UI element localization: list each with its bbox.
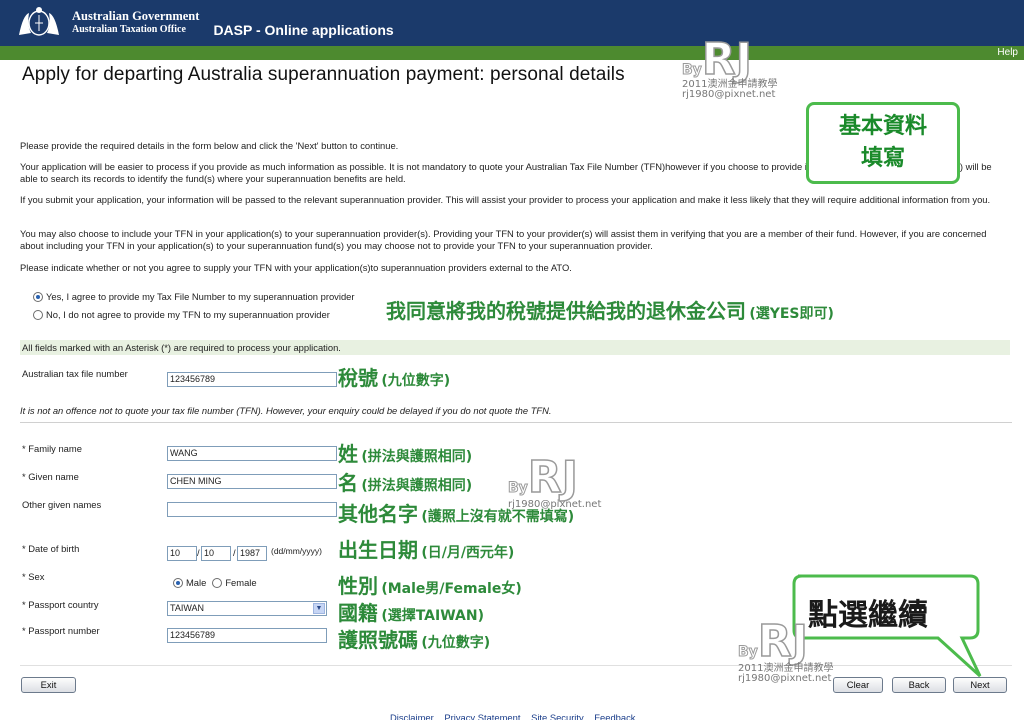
exit-button[interactable]: Exit <box>21 677 76 693</box>
other-names-input[interactable] <box>167 502 337 517</box>
sex-annotation-note: (Male男/Female女) <box>381 581 522 597</box>
tfn-consent-yes-label: Yes, I agree to provide my Tax File Numb… <box>46 291 355 302</box>
crest-icon <box>19 7 59 36</box>
tfn-consent-no-label: No, I do not agree to provide my TFN to … <box>46 309 330 320</box>
watermark-line2: rj1980@pixnet.net <box>682 89 776 100</box>
sex-male-label: Male <box>186 577 207 588</box>
given-name-input[interactable]: CHEN MING <box>167 474 337 489</box>
gov-line1: Australian Government <box>72 9 200 23</box>
passport-country-label: * Passport country <box>22 599 99 610</box>
sex-female-radio[interactable] <box>212 577 223 588</box>
dob-annotation-note: (日/月/西元年) <box>421 545 515 561</box>
intro-paragraph-3: If you submit your application, your inf… <box>20 194 991 205</box>
watermark-rj: RJ <box>701 34 753 85</box>
tfn-annotation-main: 稅號 <box>338 366 378 390</box>
dob-annotation: 出生日期 (日/月/西元年) <box>338 534 514 563</box>
watermark-line2: rj1980@pixnet.net <box>508 499 602 510</box>
tfn-consent-yes[interactable]: Yes, I agree to provide my Tax File Numb… <box>33 291 355 302</box>
sex-male-radio[interactable] <box>173 577 183 588</box>
sex-female-label: Female <box>225 577 257 588</box>
watermark: ByRJ 2011澳洲金申請教學 rj1980@pixnet.net <box>682 37 778 100</box>
passport-number-input[interactable]: 123456789 <box>167 628 327 643</box>
watermark-rj: RJ <box>757 616 809 667</box>
sex-options: Male Female <box>173 577 257 588</box>
basic-info-line2: 填寫 <box>860 146 905 171</box>
dob-separator-1: / <box>197 547 200 558</box>
dob-format-hint: (dd/mm/yyyy) <box>271 546 322 556</box>
radio-no[interactable] <box>33 309 43 320</box>
site-header: Australian Government Australian Taxatio… <box>0 0 1024 46</box>
header-subbar: Help <box>0 46 1024 60</box>
tfn-notice: It is not an offence not to quote your t… <box>20 405 552 416</box>
disclaimer-link[interactable]: Disclaimer <box>390 712 434 720</box>
other-names-label: Other given names <box>22 499 102 510</box>
sex-annotation: 性別 (Male男/Female女) <box>338 570 522 599</box>
dob-separator-2: / <box>233 547 236 558</box>
privacy-link[interactable]: Privacy Statement <box>444 712 520 720</box>
dob-annotation-main: 出生日期 <box>338 538 418 562</box>
gov-line2: Australian Taxation Office <box>72 24 186 35</box>
country-annotation: 國籍 (選擇TAIWAN) <box>338 597 484 626</box>
watermark: ByRJ rj1980@pixnet.net <box>508 455 602 510</box>
family-annotation-note: (拼法與護照相同) <box>361 449 473 465</box>
footer-links: Disclaimer Privacy Statement Site Securi… <box>390 712 643 720</box>
consent-annotation-note: (選YES即可) <box>749 306 834 322</box>
security-link[interactable]: Site Security <box>531 712 584 720</box>
dob-month-input[interactable]: 10 <box>201 546 231 561</box>
coat-of-arms-logo <box>10 4 68 42</box>
watermark-by: By <box>508 480 529 496</box>
passport-country-value: TAIWAN <box>170 603 204 613</box>
passport-number-label: * Passport number <box>22 625 100 636</box>
help-link[interactable]: Help <box>997 46 1018 60</box>
dob-day-input[interactable]: 10 <box>167 546 197 561</box>
watermark-by: By <box>682 62 703 78</box>
sex-label: * Sex <box>22 571 45 582</box>
watermark: ByRJ 2011澳洲金申請教學 rj1980@pixnet.net <box>738 619 834 684</box>
chevron-down-icon[interactable]: ▼ <box>313 603 325 614</box>
tfn-annotation: 稅號 (九位數字) <box>338 362 450 391</box>
tfn-consent-no[interactable]: No, I do not agree to provide my TFN to … <box>33 309 330 320</box>
watermark-rj: RJ <box>527 452 579 503</box>
other-annotation-note: (護照上沒有就不需填寫) <box>421 509 575 525</box>
given-annotation-note: (拼法與護照相同) <box>361 478 473 494</box>
watermark-by: By <box>738 644 759 660</box>
given-annotation-main: 名 <box>338 471 358 495</box>
tfn-input[interactable]: 123456789 <box>167 372 337 387</box>
passport-country-select[interactable]: TAIWAN ▼ <box>167 601 327 616</box>
given-annotation: 名 (拼法與護照相同) <box>338 467 472 496</box>
basic-info-callout: 基本資料 填寫 <box>806 102 960 184</box>
dob-year-input[interactable]: 1987 <box>237 546 267 561</box>
radio-yes[interactable] <box>33 291 43 302</box>
required-fields-note: All fields marked with an Asterisk (*) a… <box>20 340 1010 355</box>
sex-annotation-main: 性別 <box>338 574 378 598</box>
family-name-label: * Family name <box>22 443 82 454</box>
page-title: Apply for departing Australia superannua… <box>22 64 625 85</box>
intro-paragraph-4: You may also choose to include your TFN … <box>20 228 987 251</box>
passport-annotation: 護照號碼 (九位數字) <box>338 624 490 653</box>
feedback-link[interactable]: Feedback <box>594 712 635 720</box>
given-name-label: * Given name <box>22 471 79 482</box>
consent-annotation: 我同意將我的稅號提供給我的退休金公司 (選YES即可) <box>386 295 834 324</box>
country-annotation-note: (選擇TAIWAN) <box>381 608 484 624</box>
passport-annotation-note: (九位數字) <box>421 635 491 651</box>
watermark-line2: rj1980@pixnet.net <box>738 673 832 684</box>
government-wordmark: Australian Government Australian Taxatio… <box>72 9 199 37</box>
country-annotation-main: 國籍 <box>338 601 378 625</box>
dob-label: * Date of birth <box>22 543 80 554</box>
divider <box>20 422 1012 423</box>
basic-info-line1: 基本資料 <box>838 114 927 139</box>
family-annotation-main: 姓 <box>338 442 358 466</box>
family-name-input[interactable]: WANG <box>167 446 337 461</box>
tfn-annotation-note: (九位數字) <box>381 373 451 389</box>
tfn-label: Australian tax file number <box>22 368 128 379</box>
consent-annotation-main: 我同意將我的稅號提供給我的退休金公司 <box>386 299 746 323</box>
family-annotation: 姓 (拼法與護照相同) <box>338 438 472 467</box>
passport-annotation-main: 護照號碼 <box>338 628 418 652</box>
app-title: DASP - Online applications <box>213 22 394 38</box>
other-annotation-main: 其他名字 <box>338 502 418 526</box>
intro-paragraph-5: Please indicate whether or not you agree… <box>20 262 572 273</box>
